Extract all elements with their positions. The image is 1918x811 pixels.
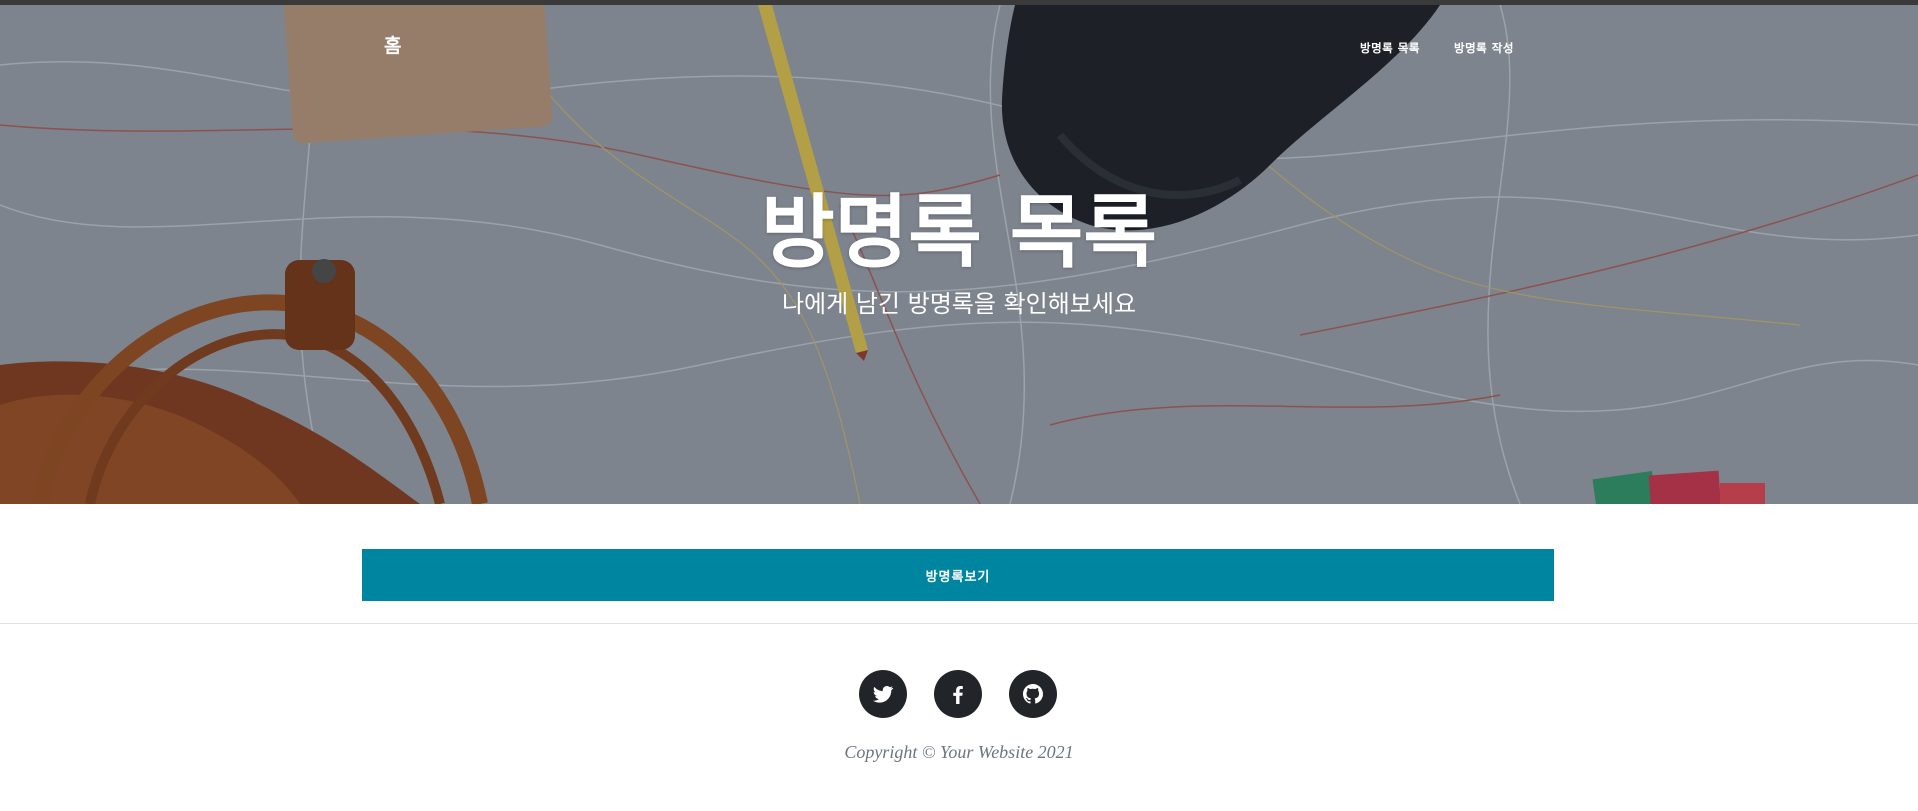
page-title: 방명록 목록 [761, 186, 1157, 279]
github-icon [1023, 684, 1043, 704]
nav-brand-home[interactable]: 홈 [384, 31, 401, 58]
footer-divider [0, 623, 1918, 624]
page-subtitle: 나에게 남긴 방명록을 확인해보세요 [781, 290, 1137, 318]
facebook-link[interactable] [934, 670, 982, 718]
github-link[interactable] [1009, 670, 1057, 718]
twitter-link[interactable] [859, 670, 907, 718]
facebook-icon [953, 686, 963, 704]
view-guestbook-button[interactable]: 방명록보기 [362, 549, 1554, 601]
nav-link-guestbook-write[interactable]: 방명록 작성 [1454, 40, 1514, 56]
nav-link-guestbook-list[interactable]: 방명록 목록 [1360, 40, 1420, 56]
twitter-icon [873, 686, 894, 703]
hero-header: 홈 방명록 목록 방명록 작성 방명록 목록 나에게 남긴 방명록을 확인해보세… [0, 5, 1918, 504]
copyright-text: Copyright © Your Website 2021 [844, 742, 1074, 762]
